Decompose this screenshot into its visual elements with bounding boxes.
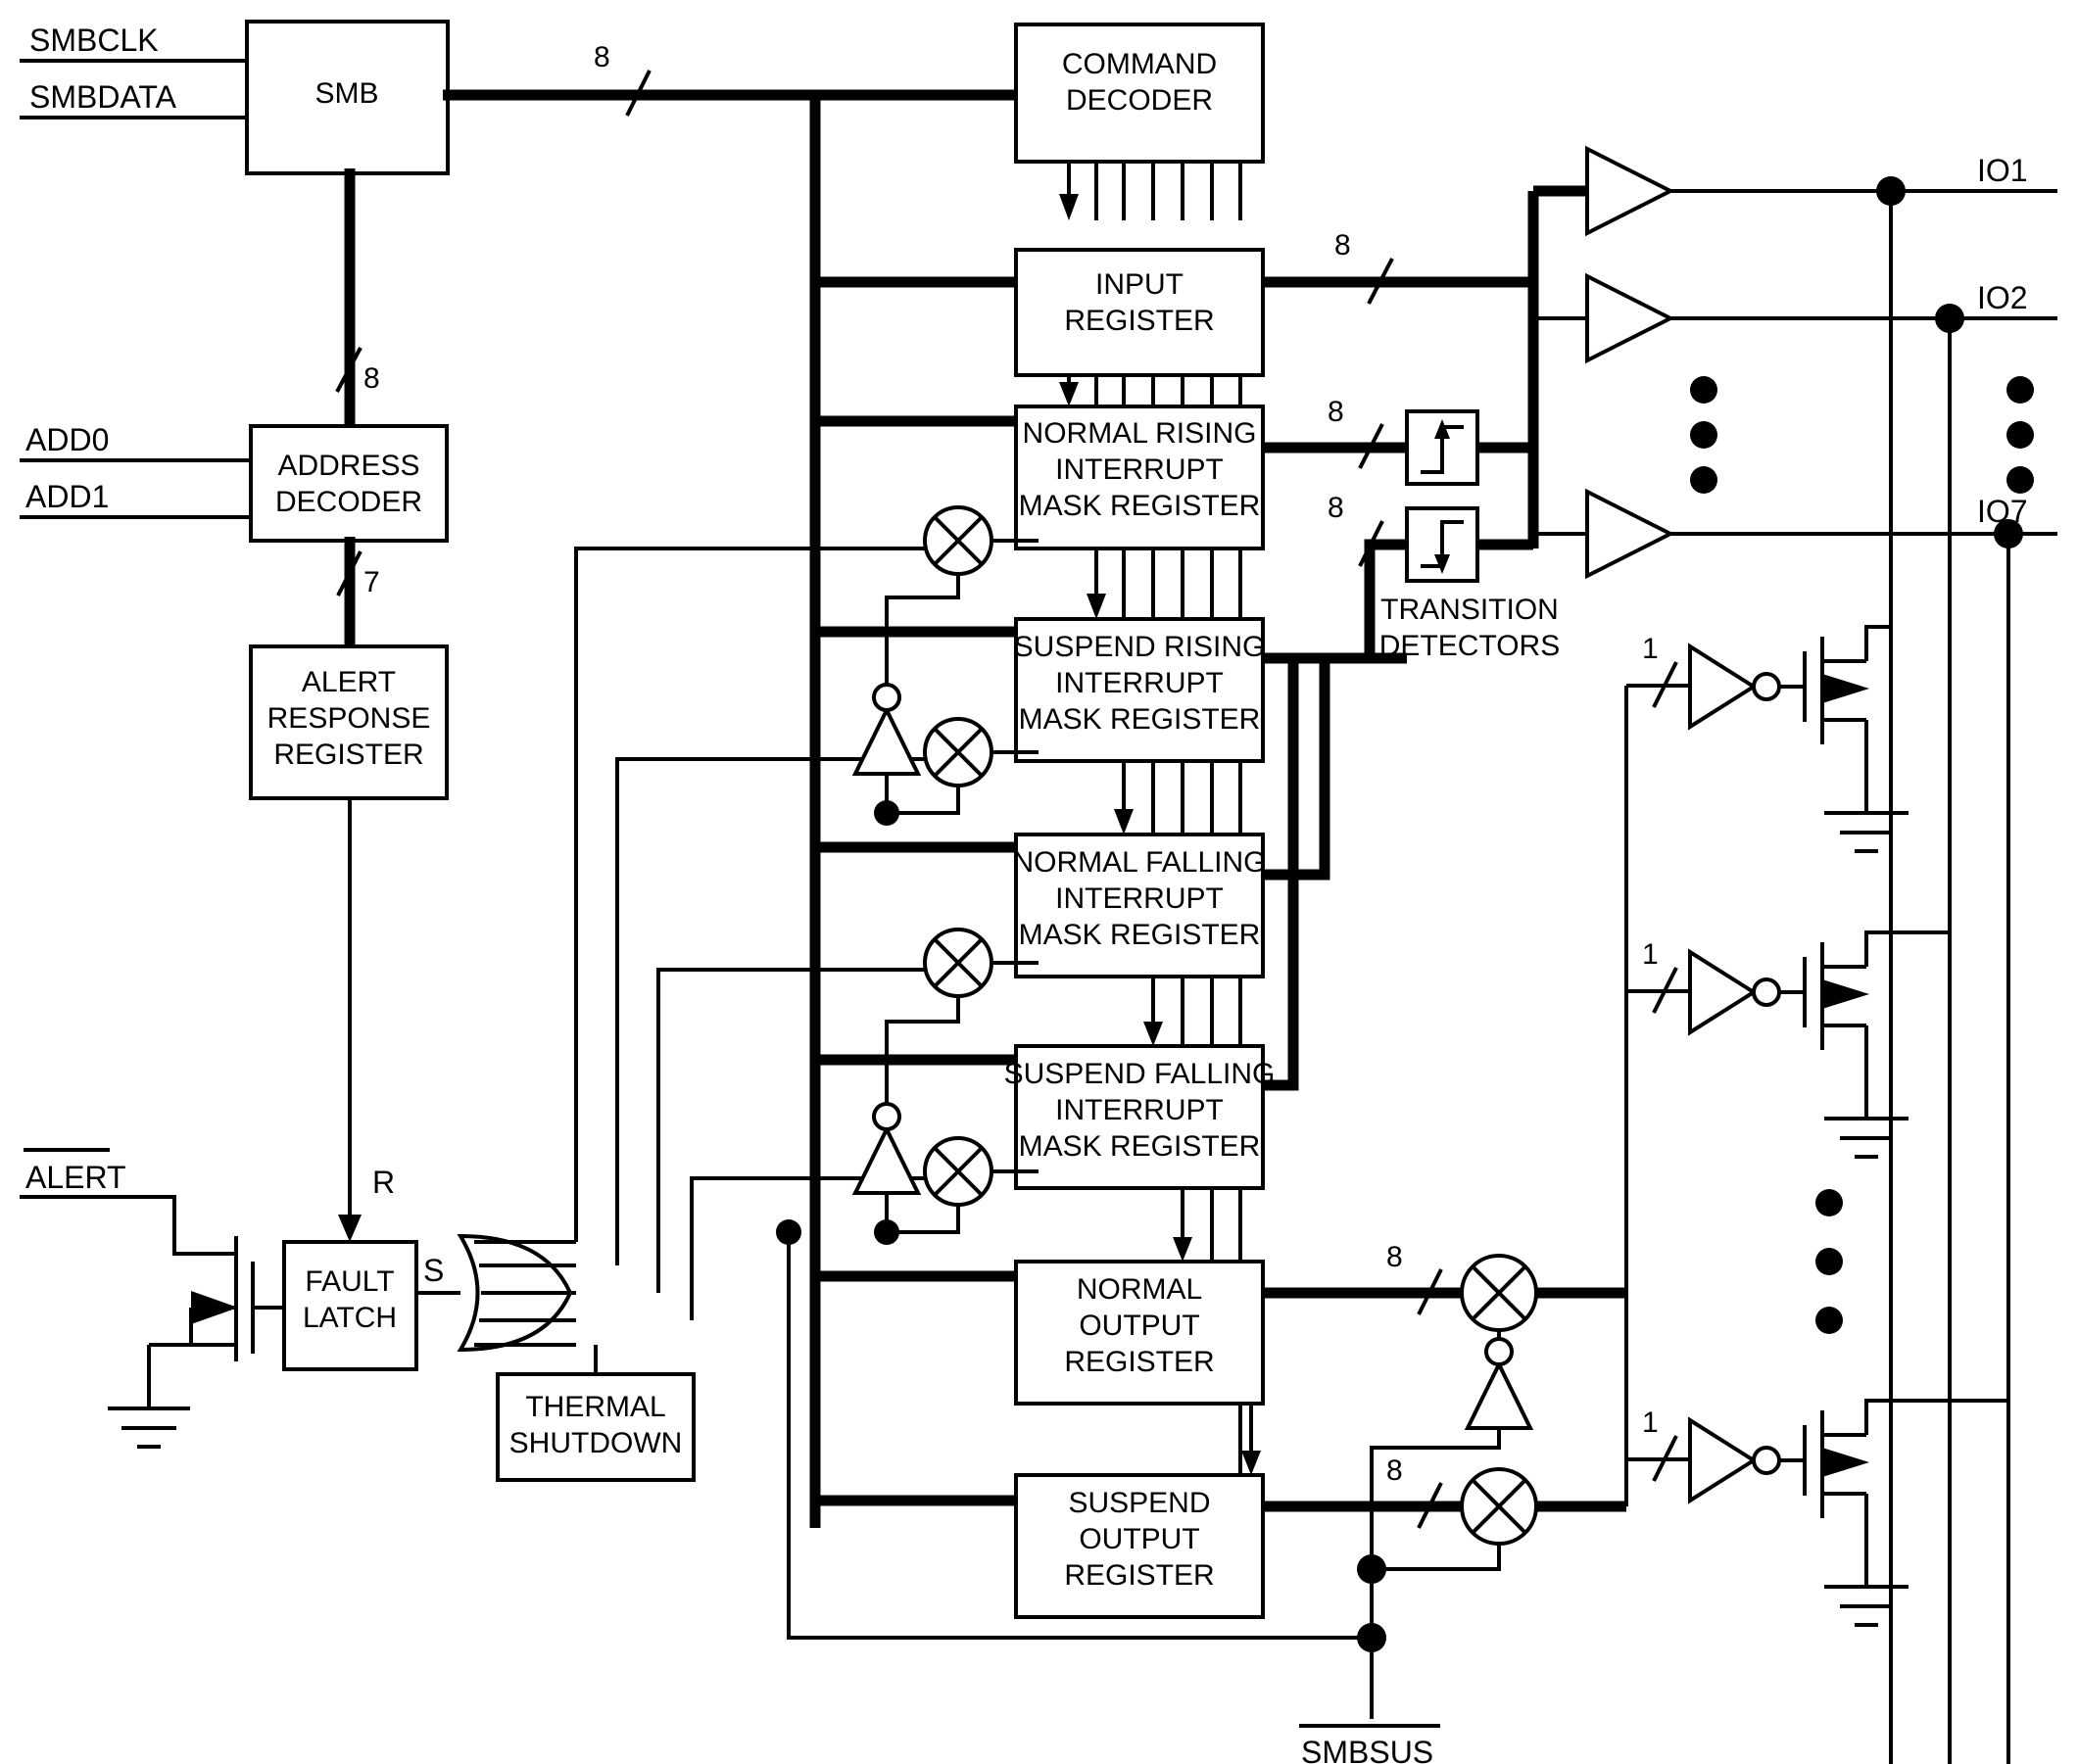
sor-line2: OUTPUT — [1079, 1523, 1199, 1555]
smb-out-width-label: 8 — [594, 41, 610, 73]
input-register-down-arrow — [1059, 375, 1079, 406]
smbclk-label: SMBCLK — [29, 23, 159, 58]
or-feed-rail-3 — [656, 968, 958, 1293]
sr-imr-line1: SUSPEND RISING — [1014, 631, 1266, 663]
input-out-width-label: 8 — [1334, 229, 1351, 262]
nr-imr-down-arrow — [1087, 548, 1106, 619]
driver2-width-label: 1 — [1642, 938, 1659, 971]
nor-line1: NORMAL — [1077, 1273, 1202, 1306]
nr-imr-line3: MASK REGISTER — [1019, 490, 1261, 522]
address-decoder-line2: DECODER — [275, 486, 422, 518]
arr-line1: ALERT — [302, 666, 396, 698]
sor-line3: REGISTER — [1064, 1559, 1214, 1592]
smbdata-pin: SMBDATA — [20, 79, 247, 119]
add1-label: ADD1 — [25, 479, 109, 514]
driver7-nmos-arrow — [1822, 1448, 1869, 1477]
sr-imr-down-arrow — [1114, 761, 1134, 834]
nor-line3: REGISTER — [1064, 1346, 1214, 1378]
alert-pin: ALERT — [20, 1148, 214, 1256]
sf-imr-line1: SUSPEND FALLING — [1004, 1058, 1276, 1090]
io2-label: IO2 — [1977, 280, 2028, 315]
input-register-line2: REGISTER — [1064, 305, 1214, 337]
io-buffer-ellipsis — [1690, 376, 1717, 494]
suspend-output-width-label: 8 — [1386, 1454, 1403, 1487]
inverter-falling — [851, 1060, 922, 1245]
xor-output-suspend — [1460, 1467, 1626, 1546]
nor-line2: OUTPUT — [1079, 1310, 1199, 1342]
sr-imr-line3: MASK REGISTER — [1019, 703, 1261, 736]
io1-label: IO1 — [1977, 153, 2028, 188]
address-out-width-label: 7 — [363, 566, 380, 598]
arr-line2: RESPONSE — [267, 702, 431, 735]
latch-reset-label: R — [372, 1165, 395, 1200]
sr-imr-line2: INTERRUPT — [1055, 667, 1224, 699]
output-driver-ellipsis — [1815, 1189, 1843, 1334]
sf-imr-line2: INTERRUPT — [1055, 1094, 1224, 1126]
xor-output-normal — [1460, 1254, 1626, 1332]
io7-input-buffer — [1585, 488, 2008, 580]
alert-label: ALERT — [25, 1160, 126, 1195]
alert-nmos-arrow — [191, 1291, 238, 1324]
address-decoder-line1: ADDRESS — [277, 450, 419, 482]
output-driver-2: 1 — [1626, 930, 1950, 1159]
sf-imr-line3: MASK REGISTER — [1019, 1130, 1261, 1163]
command-decoder-line2: DECODER — [1066, 84, 1213, 117]
nr-imr-line1: NORMAL RISING — [1023, 417, 1257, 450]
driver7-width-label: 1 — [1642, 1406, 1659, 1439]
junction-dot-falling-inv — [874, 1219, 899, 1245]
io-pin-ellipsis — [2006, 376, 2034, 494]
add0-pin: ADD0 — [20, 422, 251, 462]
smbsus-pin: SMBSUS — [1299, 1569, 1440, 1764]
command-decoder-line1: COMMAND — [1062, 48, 1217, 80]
smbdata-label: SMBDATA — [29, 79, 177, 115]
driver2-nmos-arrow — [1822, 979, 1869, 1009]
output-driver-1: 1 — [1626, 625, 1909, 853]
functional-block-diagram: SMBCLK SMBDATA SMB 8 8 ADD0 ADD1 ADDRESS… — [20, 20, 2057, 1764]
smbsus-label: SMBSUS — [1301, 1735, 1433, 1764]
driver1-width-label: 1 — [1642, 633, 1659, 665]
address-decoder-block — [249, 424, 449, 543]
inverter-rising — [851, 632, 922, 826]
io2-input-buffer — [1585, 272, 1950, 364]
thermal-line1: THERMAL — [525, 1391, 665, 1423]
nf-imr-down-arrow — [1143, 977, 1163, 1046]
block-diagram-canvas: SMBCLK SMBDATA SMB 8 8 ADD0 ADD1 ADDRESS… — [0, 0, 2078, 1764]
nf-imr-line2: INTERRUPT — [1055, 882, 1224, 915]
nf-imr-line1: NORMAL FALLING — [1013, 846, 1267, 879]
arr-to-latch-arrowhead — [338, 1215, 362, 1242]
nf-imr-line3: MASK REGISTER — [1019, 919, 1261, 951]
driver1-nmos-arrow — [1822, 674, 1869, 703]
rising-det-width-label: 8 — [1328, 396, 1344, 428]
thermal-line2: SHUTDOWN — [509, 1427, 683, 1459]
sf-imr-down-arrow — [1173, 1188, 1192, 1262]
add0-label: ADD0 — [25, 422, 109, 457]
transition-detectors-line2: DETECTORS — [1379, 630, 1560, 662]
nr-imr-line2: INTERRUPT — [1055, 453, 1224, 486]
or-feed-rail-1 — [574, 547, 958, 1242]
io1-input-buffer — [1585, 145, 1891, 237]
or-feed-rail-4 — [690, 1176, 958, 1320]
falling-det-width-label: 8 — [1328, 492, 1344, 524]
sor-line1: SUSPEND — [1068, 1487, 1210, 1519]
fault-latch-line2: LATCH — [303, 1302, 397, 1334]
add1-pin: ADD1 — [20, 479, 251, 519]
nor-down-arrow — [1241, 1404, 1261, 1475]
smb-label: SMB — [314, 77, 378, 110]
latch-set-label: S — [423, 1253, 444, 1288]
normal-output-width-label: 8 — [1386, 1241, 1403, 1273]
transition-detectors-line1: TRANSITION — [1380, 594, 1559, 626]
smbclk-pin: SMBCLK — [20, 23, 247, 63]
fault-latch-line1: FAULT — [305, 1265, 394, 1298]
arr-line3: REGISTER — [273, 739, 423, 771]
input-register-line1: INPUT — [1095, 268, 1184, 301]
smb-down-width-label: 8 — [363, 362, 380, 395]
junction-dot-rising-inv — [874, 800, 899, 826]
